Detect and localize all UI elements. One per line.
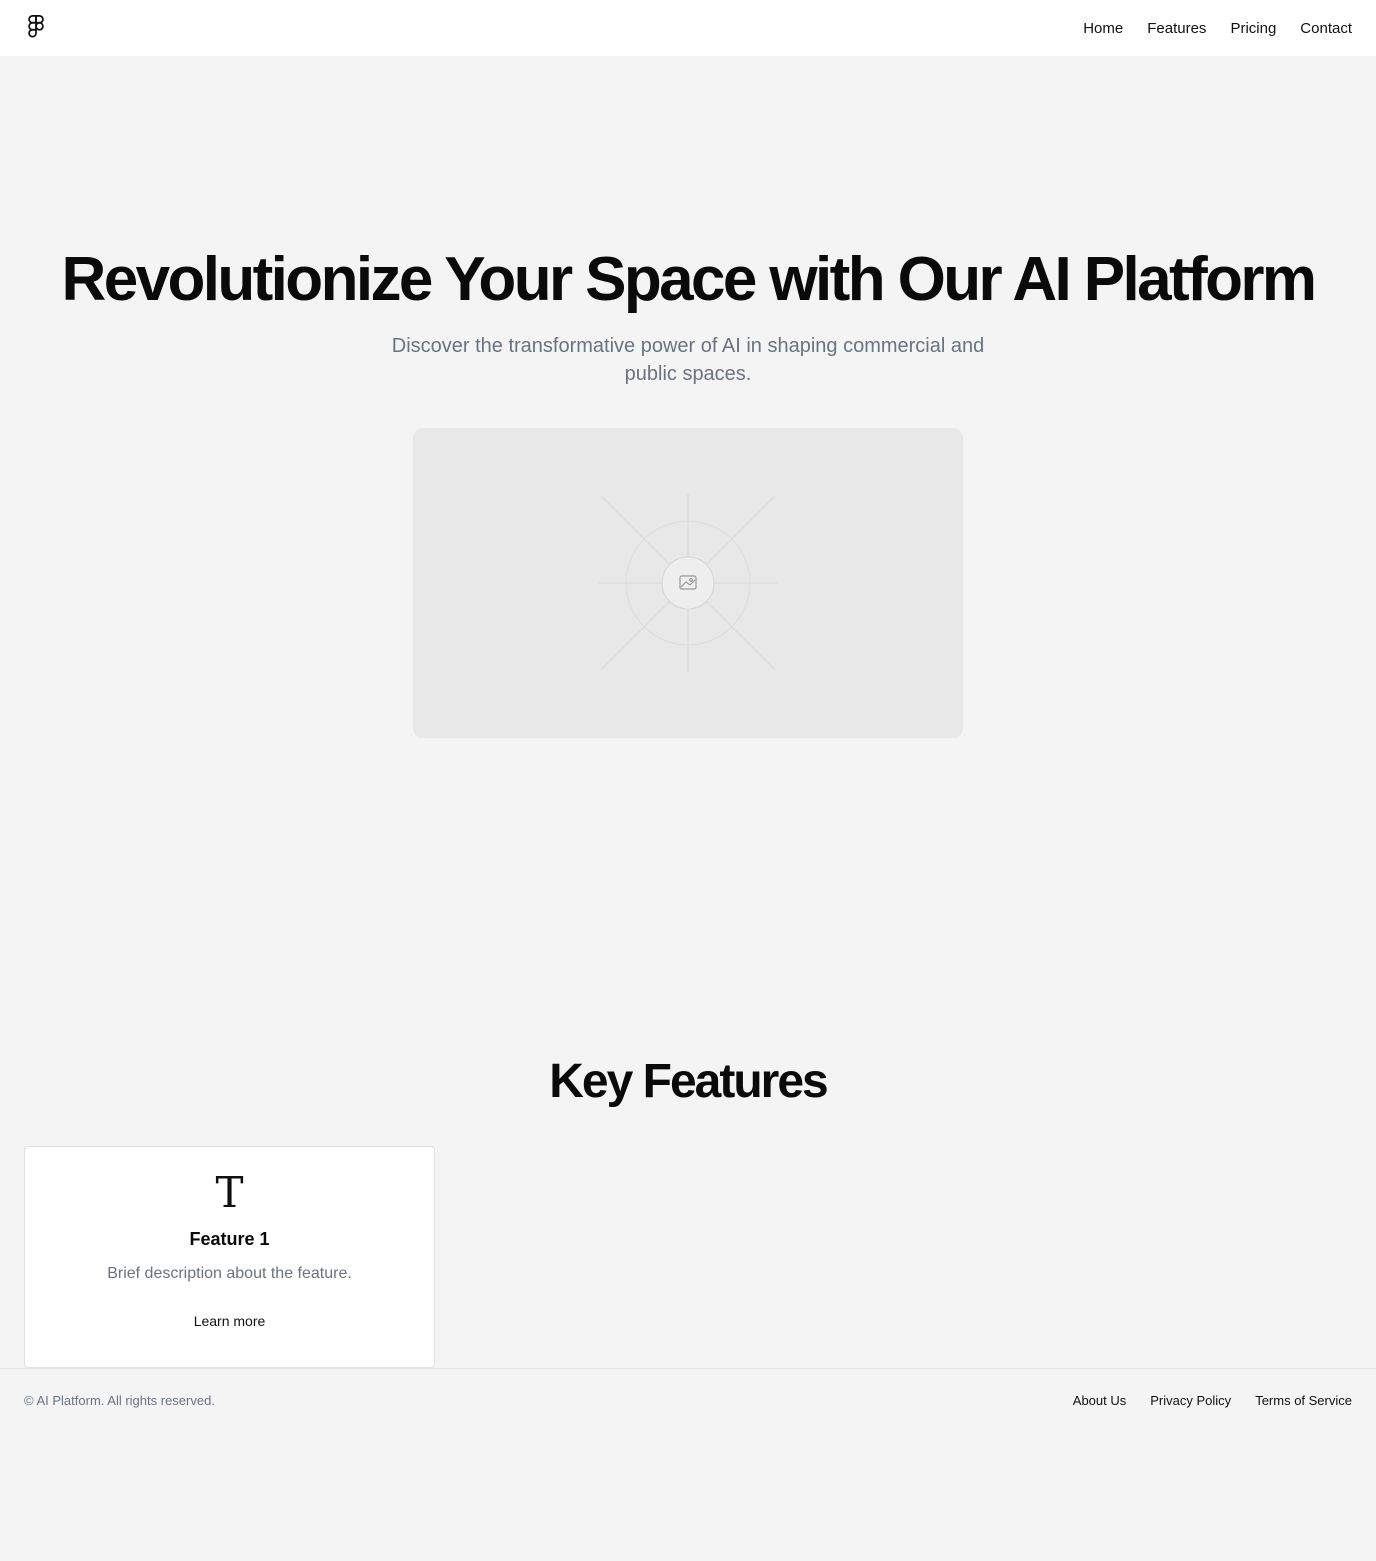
footer-link-privacy-policy[interactable]: Privacy Policy xyxy=(1150,1393,1231,1408)
hero-title: Revolutionize Your Space with Our AI Pla… xyxy=(61,245,1318,314)
footer-link-terms-of-service[interactable]: Terms of Service xyxy=(1255,1393,1352,1408)
image-placeholder-graphic xyxy=(599,494,777,672)
nav-link-pricing[interactable]: Pricing xyxy=(1230,20,1276,37)
footer-link-about-us[interactable]: About Us xyxy=(1073,1393,1126,1408)
nav-link-contact[interactable]: Contact xyxy=(1300,20,1352,37)
text-type-icon: T xyxy=(215,1168,244,1217)
hero-subtitle: Discover the transformative power of AI … xyxy=(391,335,985,385)
copyright-text: © AI Platform. All rights reserved. xyxy=(24,1393,215,1408)
nav-links: Home Features Pricing Contact xyxy=(1083,20,1352,37)
feature-title: Feature 1 xyxy=(189,1229,270,1249)
footer-links: About Us Privacy Policy Terms of Service xyxy=(1073,1393,1352,1408)
navbar: Home Features Pricing Contact xyxy=(0,0,1376,56)
feature-card: T Feature 1 Brief description about the … xyxy=(24,1146,435,1368)
feature-description: Brief description about the feature. xyxy=(107,1265,352,1282)
nav-link-home[interactable]: Home xyxy=(1083,20,1123,37)
footer: © AI Platform. All rights reserved. Abou… xyxy=(0,1368,1376,1432)
learn-more-link[interactable]: Learn more xyxy=(25,1313,434,1329)
hero-image-placeholder xyxy=(413,428,963,738)
nav-link-features[interactable]: Features xyxy=(1147,20,1206,37)
section-title-key-features: Key Features xyxy=(549,1055,828,1108)
figma-logo-icon[interactable] xyxy=(26,15,46,41)
